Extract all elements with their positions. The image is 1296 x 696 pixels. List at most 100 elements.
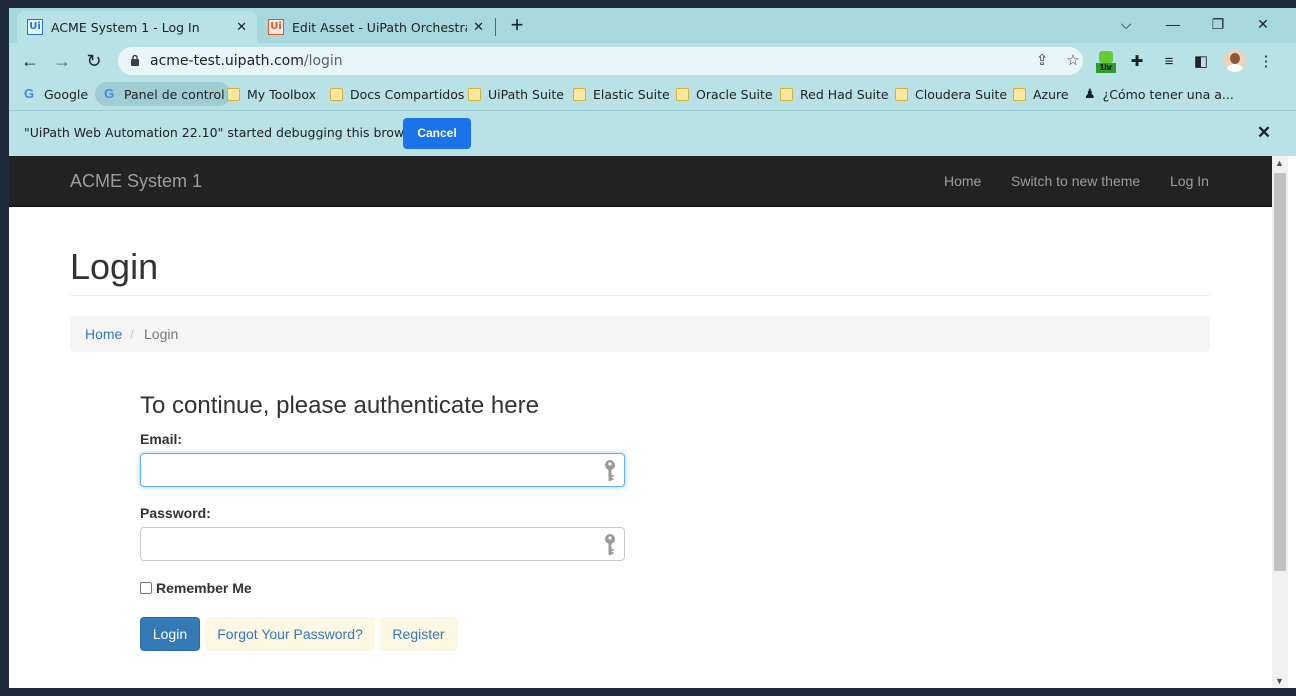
- tab-edit-asset[interactable]: Ui Edit Asset - UiPath Orchestrator ✕: [258, 11, 494, 43]
- folder-icon: [676, 87, 689, 101]
- scrollbar-thumb[interactable]: [1274, 173, 1286, 571]
- bookmark-google[interactable]: G Google: [21, 82, 88, 106]
- email-label: Email:: [140, 431, 183, 447]
- url-text: acme-test.uipath.com/login: [150, 53, 343, 69]
- folder-icon: [1013, 87, 1026, 101]
- tab-acme-login[interactable]: Ui ACME System 1 - Log In ✕: [17, 11, 257, 43]
- bookmark-cloudera-suite[interactable]: Cloudera Suite: [895, 82, 1007, 106]
- tab-divider: [495, 18, 496, 36]
- bookmark-label: Azure: [1033, 86, 1069, 102]
- email-field[interactable]: [140, 453, 625, 487]
- breadcrumb-current: Login: [144, 326, 179, 342]
- url-path: /login: [303, 53, 343, 69]
- minimize-icon[interactable]: —: [1151, 10, 1195, 38]
- cancel-debugging-button[interactable]: Cancel: [403, 118, 471, 149]
- share-icon[interactable]: ⇪: [1032, 51, 1052, 71]
- bookmark-elastic-suite[interactable]: Elastic Suite: [573, 82, 670, 106]
- bookmark-label: My Toolbox: [247, 86, 317, 102]
- timer-extension-icon[interactable]: 1hr: [1096, 51, 1116, 73]
- bookmark-my-toolbox[interactable]: My Toolbox: [227, 82, 316, 106]
- extensions-puzzle-icon[interactable]: ✚: [1126, 51, 1148, 73]
- bookmark-label: Elastic Suite: [593, 86, 670, 102]
- tab-title: ACME System 1 - Log In: [51, 19, 200, 35]
- reload-icon[interactable]: ↻: [82, 49, 106, 73]
- bookmark-label: Oracle Suite: [696, 86, 773, 102]
- key-icon: [605, 534, 615, 555]
- tab-search-chevron-down-icon[interactable]: ⌵: [1104, 10, 1148, 38]
- bookmark-label: Cloudera Suite: [915, 86, 1008, 102]
- scroll-up-icon[interactable]: ▲: [1275, 158, 1284, 168]
- menu-kebab-icon[interactable]: ⋮: [1255, 51, 1277, 73]
- bookmark-label: Red Had Suite: [800, 86, 889, 102]
- url-host: acme-test.uipath.com: [150, 53, 304, 69]
- login-button[interactable]: Login: [140, 617, 200, 651]
- timer-extension-top: [1099, 51, 1113, 63]
- bookmark-label: Docs Compartidos: [350, 86, 465, 102]
- media-playlist-icon[interactable]: ≡: [1158, 51, 1180, 73]
- google-icon: G: [23, 86, 35, 101]
- breadcrumb: Home / Login: [70, 316, 1210, 352]
- remember-me-checkbox[interactable]: [140, 582, 152, 594]
- bookmark-azure[interactable]: Azure: [1013, 82, 1069, 106]
- bookmark-red-had-suite[interactable]: Red Had Suite: [780, 82, 889, 106]
- page-content: ACME System 1 Home Switch to new theme L…: [9, 156, 1272, 688]
- taskbar-strip: [0, 688, 1296, 696]
- restore-icon[interactable]: ❐: [1196, 10, 1240, 38]
- remember-me: Remember Me: [140, 580, 252, 596]
- bookmark-label: Panel de control: [124, 86, 225, 102]
- bookmark-panel-de-control[interactable]: G Panel de control: [95, 82, 231, 106]
- nav-home[interactable]: Home: [944, 173, 981, 189]
- infobar-message: "UiPath Web Automation 22.10" started de…: [24, 125, 424, 140]
- bookmark-uipath-suite[interactable]: UiPath Suite: [468, 82, 564, 106]
- browser-toolbar: ← → ↻ acme-test.uipath.com/login ⇪ ☆ 1hr…: [9, 43, 1296, 79]
- page-title: Login: [70, 246, 159, 287]
- new-tab-button[interactable]: +: [505, 12, 529, 38]
- scroll-down-icon[interactable]: ▼: [1275, 676, 1284, 686]
- browser-window: Ui ACME System 1 - Log In ✕ Ui Edit Asse…: [9, 8, 1296, 688]
- back-arrow-icon[interactable]: ←: [18, 49, 42, 73]
- key-icon: [605, 460, 615, 481]
- uipath-orchestrator-favicon-icon: Ui: [268, 19, 284, 35]
- tab-close-icon[interactable]: ✕: [236, 20, 247, 35]
- tab-close-icon[interactable]: ✕: [473, 20, 484, 35]
- debugging-infobar: "UiPath Web Automation 22.10" started de…: [9, 110, 1296, 156]
- nav-log-in[interactable]: Log In: [1170, 173, 1209, 189]
- page-icon: ♟: [1084, 86, 1096, 102]
- folder-icon: [780, 87, 793, 101]
- page-scrollbar[interactable]: ▲ ▼: [1272, 156, 1288, 688]
- nav-switch-theme[interactable]: Switch to new theme: [1011, 173, 1140, 189]
- bookmark-label: Google: [44, 86, 89, 102]
- bookmark-label: ¿Cómo tener una a...: [1102, 86, 1234, 102]
- folder-icon: [330, 87, 343, 101]
- folder-icon: [895, 87, 908, 101]
- lock-icon: [131, 54, 139, 66]
- side-panel-icon[interactable]: ◧: [1190, 51, 1212, 73]
- forward-arrow-icon[interactable]: →: [50, 49, 74, 73]
- bookmark-docs-compartidos[interactable]: Docs Compartidos: [330, 82, 464, 106]
- title-divider: [70, 295, 1210, 296]
- breadcrumb-home-link[interactable]: Home: [85, 326, 122, 342]
- password-field[interactable]: [140, 527, 625, 561]
- breadcrumb-separator: /: [130, 326, 134, 342]
- folder-icon: [573, 87, 586, 101]
- timer-extension-badge: 1hr: [1096, 63, 1116, 73]
- tab-strip: Ui ACME System 1 - Log In ✕ Ui Edit Asse…: [9, 8, 1296, 43]
- register-link[interactable]: Register: [379, 617, 458, 651]
- bookmark-label: UiPath Suite: [488, 86, 564, 102]
- bookmark-como-tener[interactable]: ♟ ¿Cómo tener una a...: [1084, 82, 1234, 106]
- app-navbar: ACME System 1 Home Switch to new theme L…: [9, 156, 1272, 207]
- app-brand[interactable]: ACME System 1: [70, 171, 202, 192]
- google-icon: G: [103, 86, 115, 101]
- profile-avatar[interactable]: [1224, 50, 1246, 72]
- address-bar[interactable]: acme-test.uipath.com/login ⇪ ☆: [118, 47, 1083, 75]
- bookmarks-bar: G Google G Panel de control My Toolbox Doc…: [9, 79, 1296, 110]
- bookmark-star-icon[interactable]: ☆: [1063, 51, 1083, 71]
- form-heading: To continue, please authenticate here: [140, 392, 539, 419]
- remember-me-label[interactable]: Remember Me: [156, 580, 252, 596]
- folder-icon: [468, 87, 481, 101]
- forgot-password-link[interactable]: Forgot Your Password?: [205, 617, 375, 651]
- infobar-close-icon[interactable]: ✕: [1253, 122, 1275, 144]
- bookmark-oracle-suite[interactable]: Oracle Suite: [676, 82, 773, 106]
- close-window-icon[interactable]: ✕: [1241, 10, 1285, 38]
- tab-title: Edit Asset - UiPath Orchestrator: [292, 19, 467, 35]
